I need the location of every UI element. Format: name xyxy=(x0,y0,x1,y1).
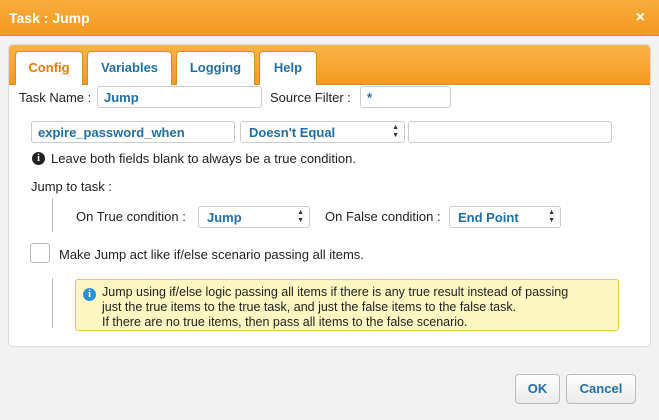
note-line: If there are no true items, then pass al… xyxy=(102,315,468,329)
jump-to-task-label: Jump to task : xyxy=(31,179,112,194)
dialog-titlebar: Task : Jump × xyxy=(0,0,659,36)
dialog-title: Task : Jump xyxy=(9,10,90,26)
cancel-button[interactable]: Cancel xyxy=(566,374,636,404)
note-line: Jump using if/else logic passing all ite… xyxy=(102,285,569,299)
source-filter-input[interactable] xyxy=(360,86,451,108)
condition-value-input[interactable] xyxy=(408,121,612,143)
source-filter-label: Source Filter : xyxy=(270,90,351,105)
on-false-select[interactable]: End Point ▲ ▼ xyxy=(449,206,561,228)
select-arrows-icon: ▲ ▼ xyxy=(392,124,399,139)
condition-operator-value: Doesn't Equal xyxy=(249,125,336,140)
on-true-select[interactable]: Jump ▲ ▼ xyxy=(198,206,310,228)
task-name-input[interactable] xyxy=(97,86,262,108)
hint-text: Leave both fields blank to always be a t… xyxy=(51,151,356,166)
close-icon[interactable]: × xyxy=(636,9,645,27)
select-arrows-icon: ▲ ▼ xyxy=(548,209,555,224)
tab-variables[interactable]: Variables xyxy=(87,51,172,85)
tab-bar: Config Variables Logging Help xyxy=(9,45,650,85)
task-name-label: Task Name : xyxy=(19,90,92,105)
ifelse-checkbox-label: Make Jump act like if/else scenario pass… xyxy=(59,247,364,262)
info-icon: i xyxy=(32,152,45,165)
tree-connector xyxy=(52,278,53,328)
select-arrows-icon: ▲ ▼ xyxy=(297,209,304,224)
condition-operator-select[interactable]: Doesn't Equal ▲ ▼ xyxy=(240,121,405,143)
ok-button[interactable]: OK xyxy=(515,374,560,404)
ifelse-checkbox[interactable] xyxy=(30,243,50,263)
on-true-value: Jump xyxy=(207,210,242,225)
on-false-value: End Point xyxy=(458,210,519,225)
tab-logging[interactable]: Logging xyxy=(176,51,255,85)
condition-field-input[interactable] xyxy=(31,121,235,143)
tree-connector xyxy=(52,198,53,232)
info-note: i Jump using if/else logic passing all i… xyxy=(75,279,619,331)
tab-help[interactable]: Help xyxy=(259,51,317,85)
tab-config[interactable]: Config xyxy=(15,51,83,85)
on-true-label: On True condition : xyxy=(76,209,186,224)
note-line: just the true items to the true task, an… xyxy=(102,300,517,314)
on-false-label: On False condition : xyxy=(325,209,441,224)
info-icon: i xyxy=(83,288,96,301)
